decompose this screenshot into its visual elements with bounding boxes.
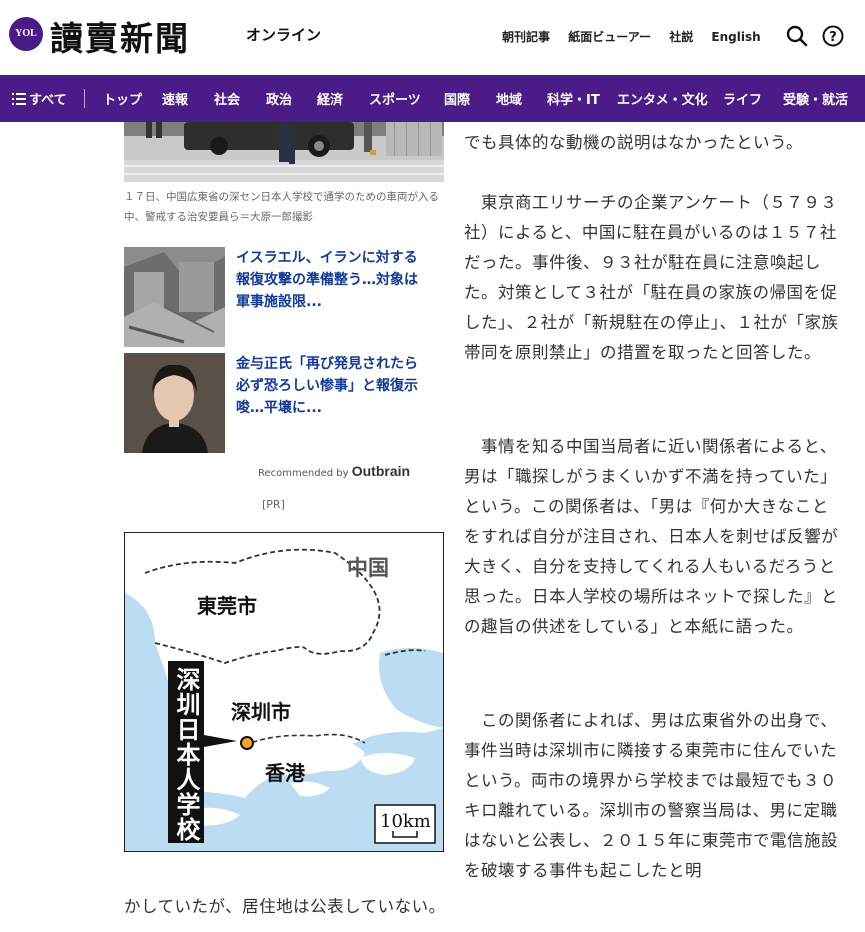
map-label-dongguan: 東莞市 (197, 594, 257, 618)
nav-breaking[interactable]: 速報 (162, 89, 188, 108)
nav-politics[interactable]: 政治 (266, 89, 292, 108)
recommended-item[interactable]: イスラエル、イランに対する報復攻撃の準備整う…対象は軍事施設限... (124, 247, 424, 347)
link-morning-paper[interactable]: 朝刊記事 (502, 30, 550, 44)
link-english[interactable]: English (711, 30, 760, 44)
nav-all-label: すべて (29, 93, 67, 108)
outbrain-logo: Outbrain (351, 463, 411, 479)
header-links: 朝刊記事 紙面ビューアー 社説 English (502, 28, 775, 45)
nav-economy[interactable]: 経済 (317, 89, 343, 108)
article-paragraph: この関係者によれば、男は広東省外の出身で、事件当時は深圳市に隣接する東莞市に住ん… (464, 711, 838, 880)
nav-entertainment[interactable]: エンタメ・文化 (617, 89, 708, 108)
outbrain-label: Recommended by (258, 468, 349, 479)
recommended-title: イスラエル、イランに対する報復攻撃の準備整う…対象は軍事施設限... (236, 250, 418, 310)
nav-science-it[interactable]: 科学・IT (547, 89, 600, 108)
school-marker (240, 736, 254, 750)
nav-life[interactable]: ライフ (723, 89, 762, 108)
help-icon[interactable]: ? (822, 25, 844, 47)
nav-top[interactable]: トップ (103, 89, 142, 108)
site-logo[interactable]: 讀賣新聞 (50, 12, 190, 60)
main-nav: すべて トップ 速報 社会 政治 経済 スポーツ 国際 地域 科学・IT エンタ… (0, 75, 865, 122)
article-paragraph: 事情を知る中国当局者に近い関係者によると、男は「職探しがうまくいかず不満を持って… (464, 437, 839, 636)
svg-text:?: ? (829, 30, 837, 45)
map-label-china: 中国 (347, 556, 389, 580)
nav-divider (84, 89, 85, 108)
site-logo-sub[interactable]: オンライン (246, 24, 321, 45)
map-label-hongkong: 香港 (265, 761, 306, 785)
outbrain-attribution[interactable]: Recommended by Outbrain (258, 463, 410, 479)
article-photo (124, 122, 444, 182)
recommended-title: 金与正氏「再び発見されたら必ず恐ろしい惨事」と報復示唆…平壌に... (236, 356, 418, 416)
map-label-shenzhen: 深圳市 (231, 700, 291, 724)
menu-icon (12, 93, 26, 105)
nav-society[interactable]: 社会 (214, 89, 240, 108)
photo-caption: １７日、中国広東省の深セン日本人学校で通学のための車両が入る中、警戒する治安要員… (124, 191, 439, 223)
article-paragraph: 東京商工リサーチの企業アンケート（５７９３社）によると、中国に駐在員がいるのは１… (464, 193, 839, 362)
article-map: 中国 東莞市 深圳市 香港 深圳日本人学校 10km (124, 532, 444, 852)
link-editorial[interactable]: 社説 (669, 30, 693, 44)
map-scale-label: 10km (380, 811, 431, 832)
nav-regional[interactable]: 地域 (496, 89, 522, 108)
site-header: YOL 讀賣新聞 オンライン 朝刊記事 紙面ビューアー 社説 English ? (0, 0, 865, 75)
map-label-school: 深圳日本人学校 (172, 667, 200, 842)
recommended-thumbnail (124, 247, 225, 347)
search-icon[interactable] (786, 25, 808, 47)
nav-international[interactable]: 国際 (444, 89, 470, 108)
link-paper-viewer[interactable]: 紙面ビューアー (568, 30, 651, 44)
article-paragraph-continued: かしていたが、居住地は公表していない。 (124, 897, 446, 916)
article-paragraph: でも具体的な動機の説明はなかったという。 (464, 133, 804, 152)
nav-exam-career[interactable]: 受験・就活 (783, 89, 848, 108)
pr-label: [PR] (262, 498, 285, 511)
nav-sports[interactable]: スポーツ (369, 89, 421, 108)
nav-all-menu[interactable]: すべて (12, 89, 67, 108)
recommended-item[interactable]: 金与正氏「再び発見されたら必ず恐ろしい惨事」と報復示唆…平壌に... (124, 353, 424, 453)
logo-badge[interactable]: YOL (9, 17, 43, 51)
recommended-thumbnail (124, 353, 225, 453)
